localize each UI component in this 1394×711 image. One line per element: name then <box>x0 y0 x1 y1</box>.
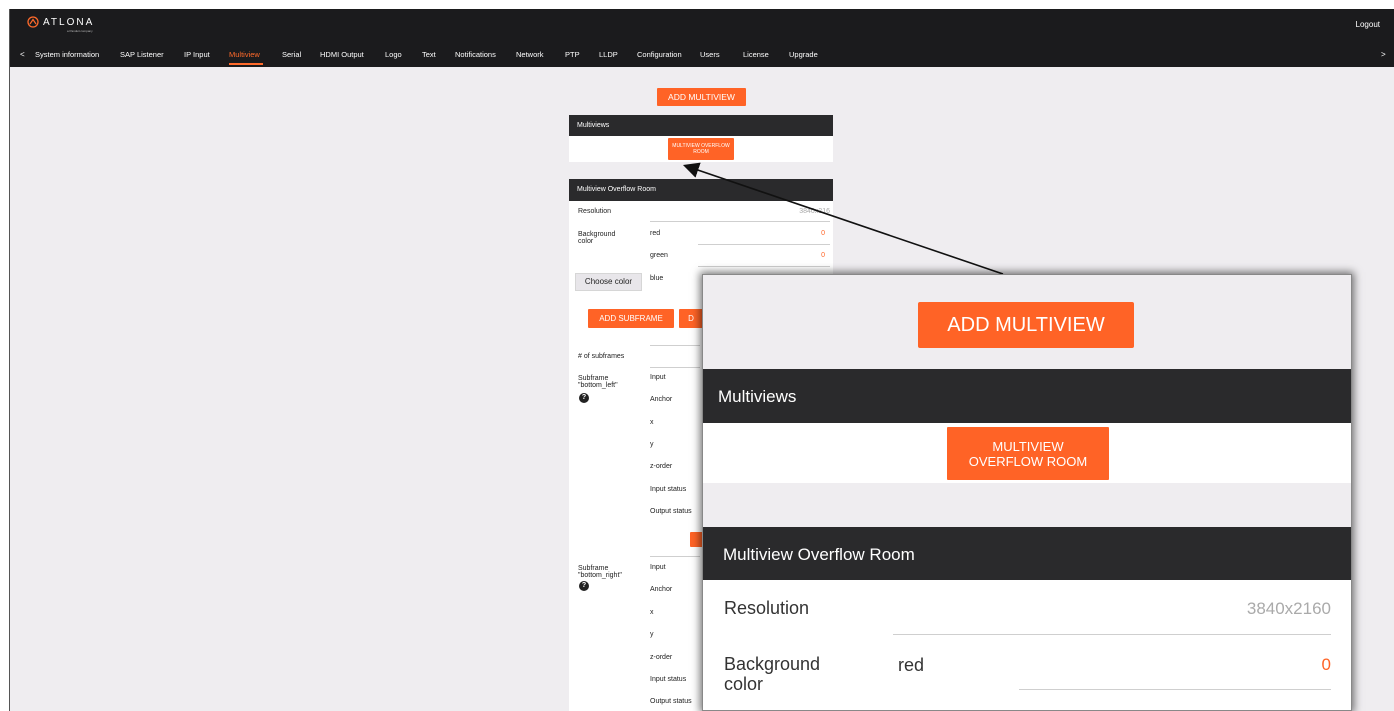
add-multiview-button[interactable]: ADD MULTIVIEW <box>918 302 1134 348</box>
divider <box>893 634 1331 635</box>
background-color-label: Background color <box>724 654 821 694</box>
app-window: ATLONA a Panduit company Logout < System… <box>9 9 1394 711</box>
red-value[interactable]: 0 <box>1283 655 1331 675</box>
room-header-title: Multiview Overflow Room <box>723 545 915 564</box>
divider <box>1019 689 1331 690</box>
zoom-callout: ADD MULTIVIEW Multiviews MULTIVIEW OVERF… <box>702 274 1352 711</box>
multiviews-header-title: Multiviews <box>718 387 797 406</box>
multiviews-header: Multiviews <box>703 369 1351 423</box>
resolution-label: Resolution <box>724 598 810 618</box>
resolution-value: 3840x2160 <box>1246 599 1331 618</box>
multiview-item-button[interactable]: MULTIVIEW OVERFLOW ROOM <box>947 427 1109 480</box>
room-header: Multiview Overflow Room <box>703 527 1351 580</box>
red-label: red <box>898 655 925 675</box>
